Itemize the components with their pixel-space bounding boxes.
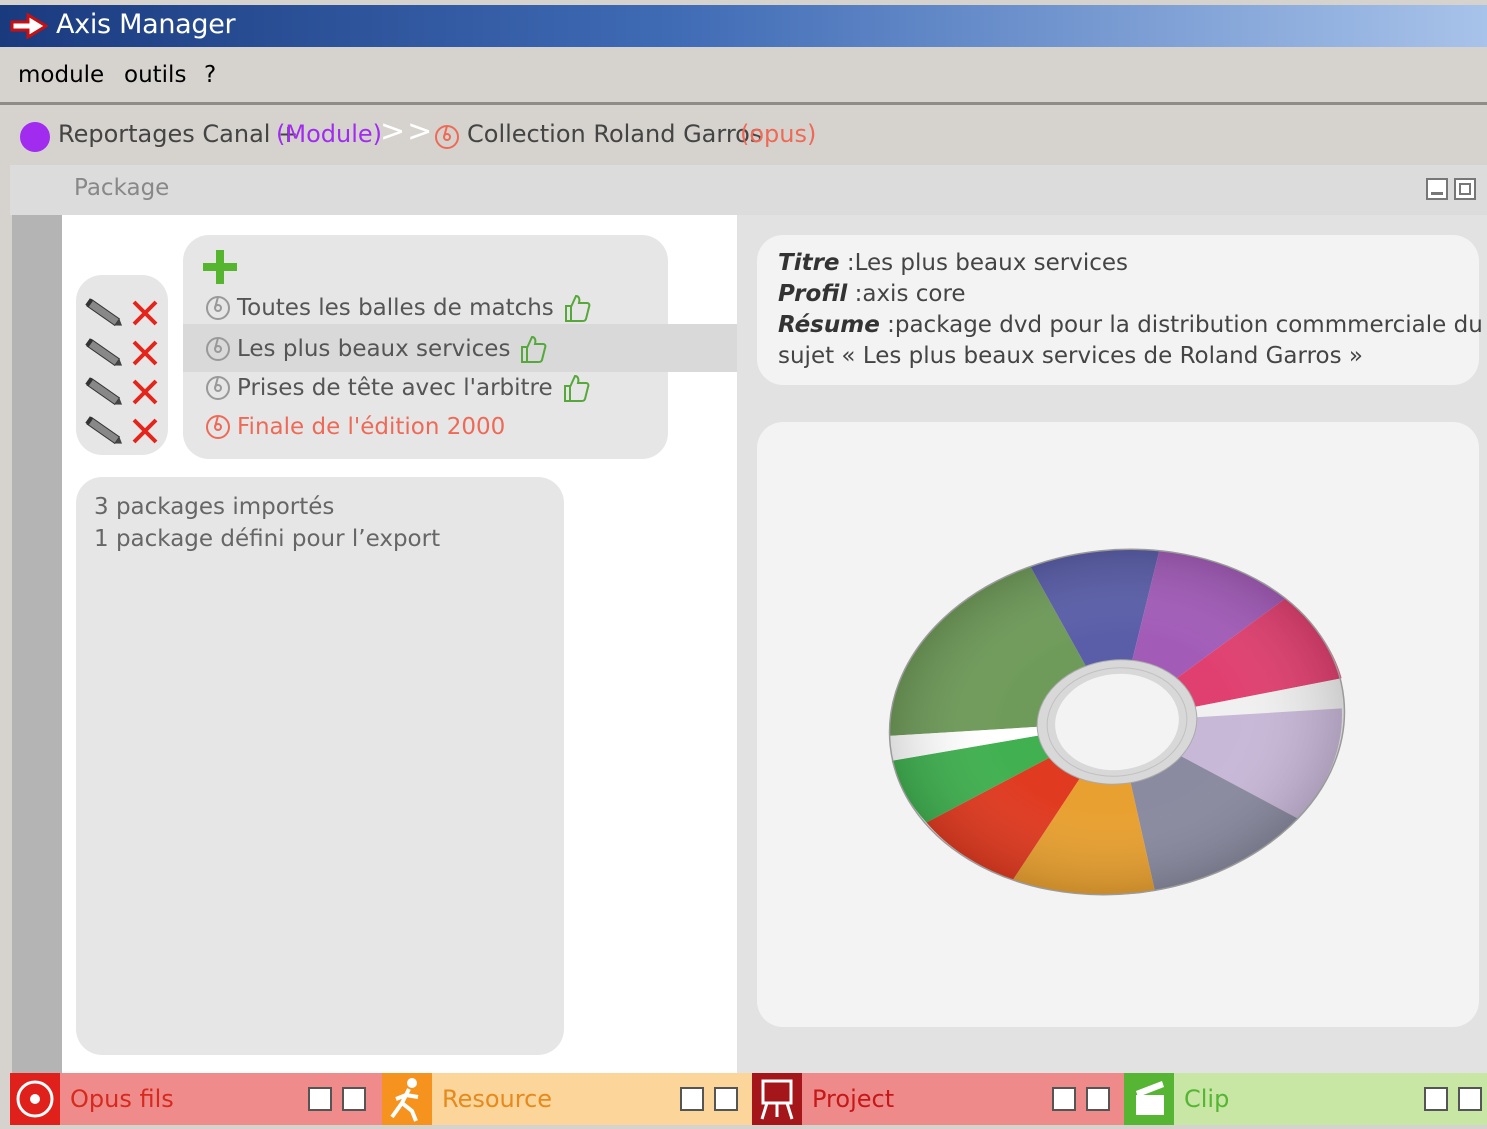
tab-label: Project	[812, 1085, 895, 1113]
tab-restore-button[interactable]	[308, 1087, 332, 1111]
disc-icon	[206, 376, 230, 400]
package-item-label: Les plus beaux services	[237, 336, 511, 362]
detail-profil: Profil :axis core	[778, 281, 966, 307]
profil-value: axis core	[862, 281, 966, 307]
item-tools-row	[82, 296, 160, 330]
item-tools-row	[82, 414, 160, 448]
resume-value-line1: package dvd pour la distribution commmer…	[894, 312, 1483, 338]
edit-icon[interactable]	[82, 296, 126, 330]
opus-disc-icon	[435, 125, 459, 149]
tab-restore-button[interactable]	[680, 1087, 704, 1111]
cd-disc-image	[888, 548, 1346, 896]
add-icon[interactable]	[200, 247, 240, 287]
arrow-right-icon	[10, 13, 48, 39]
breadcrumb-module[interactable]: Reportages Canal +	[58, 120, 298, 148]
tab-maximize-button[interactable]	[714, 1087, 738, 1111]
delete-icon[interactable]	[130, 416, 160, 446]
summary-card: 3 packages importés 1 package défini pou…	[76, 477, 564, 1055]
menu-divider	[0, 102, 1487, 105]
resume-label: Résume	[778, 312, 880, 338]
tab-maximize-button[interactable]	[1086, 1087, 1110, 1111]
detail-resume: Résume :package dvd pour la distribution…	[778, 312, 1483, 338]
tab-resource[interactable]: Resource	[382, 1073, 752, 1125]
package-header: Package	[10, 165, 1487, 215]
tab-project[interactable]: Project	[752, 1073, 1124, 1125]
maximize-button[interactable]	[1454, 178, 1476, 200]
titre-label: Titre	[778, 250, 840, 276]
left-strip	[12, 215, 62, 1075]
package-item[interactable]: Finale de l'édition 2000	[205, 414, 505, 440]
breadcrumb-opus[interactable]: Collection Roland Garros	[467, 120, 762, 148]
disc-icon	[206, 415, 230, 439]
package-item-selected[interactable]: Les plus beaux services	[205, 333, 548, 365]
minimize-button[interactable]	[1426, 178, 1448, 200]
breadcrumb-module-tag: (Module)	[276, 120, 382, 148]
clapper-icon	[1124, 1073, 1174, 1125]
delete-icon[interactable]	[130, 338, 160, 368]
package-item[interactable]: Toutes les balles de matchs	[205, 292, 592, 324]
module-dot-icon	[20, 122, 50, 152]
window-title: Axis Manager	[56, 9, 236, 40]
tab-clip[interactable]: Clip	[1124, 1073, 1487, 1125]
menu-bar: module outils ?	[0, 50, 1487, 102]
tab-opus-fils[interactable]: Opus fils	[10, 1073, 382, 1125]
breadcrumb: Reportages Canal + (Module) >> Collectio…	[0, 108, 1487, 163]
resume-value-line2: sujet « Les plus beaux services de Rolan…	[778, 343, 1363, 369]
preview-card	[757, 422, 1479, 1027]
breadcrumb-separator: >>	[380, 114, 435, 149]
summary-export: 1 package défini pour l’export	[94, 526, 441, 552]
thumbs-up-icon	[521, 335, 547, 363]
menu-outils[interactable]: outils	[124, 62, 186, 88]
title-bar: Axis Manager	[0, 5, 1487, 47]
menu-module[interactable]: module	[18, 62, 104, 88]
tab-label: Clip	[1184, 1085, 1230, 1113]
thumbs-up-icon	[563, 374, 590, 402]
runner-icon	[382, 1073, 432, 1125]
package-title: Package	[74, 175, 170, 201]
disc-icon	[206, 337, 230, 361]
detail-titre: Titre :Les plus beaux services	[778, 250, 1129, 276]
disc-icon	[206, 296, 230, 320]
package-item-label: Prises de tête avec l'arbitre	[237, 375, 553, 401]
breadcrumb-opus-tag: (opus)	[740, 120, 817, 148]
menu-help[interactable]: ?	[204, 62, 216, 88]
package-item[interactable]: Prises de tête avec l'arbitre	[205, 372, 591, 404]
item-tools-row	[82, 375, 160, 409]
edit-icon[interactable]	[82, 375, 126, 409]
item-tools-row	[82, 336, 160, 370]
thumbs-up-icon	[564, 294, 591, 322]
summary-imported: 3 packages importés	[94, 494, 335, 520]
tab-label: Resource	[442, 1085, 553, 1113]
package-item-label: Finale de l'édition 2000	[237, 414, 506, 440]
package-item-label: Toutes les balles de matchs	[237, 295, 554, 321]
tab-restore-button[interactable]	[1052, 1087, 1076, 1111]
cd-icon	[10, 1073, 60, 1125]
tab-restore-button[interactable]	[1424, 1087, 1448, 1111]
tab-maximize-button[interactable]	[1458, 1087, 1482, 1111]
profil-label: Profil	[778, 281, 848, 307]
titre-value: Les plus beaux services	[854, 250, 1129, 276]
tab-label: Opus fils	[70, 1085, 174, 1113]
edit-icon[interactable]	[82, 414, 126, 448]
delete-icon[interactable]	[130, 298, 160, 328]
edit-icon[interactable]	[82, 336, 126, 370]
tab-maximize-button[interactable]	[342, 1087, 366, 1111]
easel-icon	[752, 1073, 802, 1125]
delete-icon[interactable]	[130, 377, 160, 407]
